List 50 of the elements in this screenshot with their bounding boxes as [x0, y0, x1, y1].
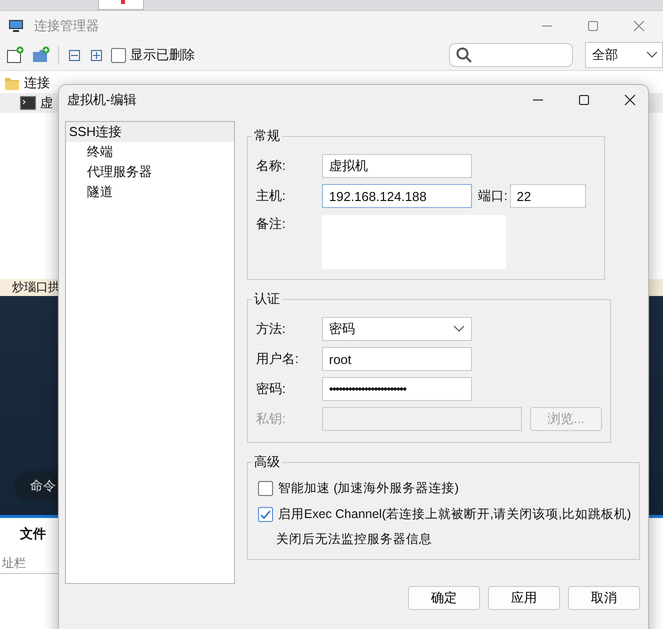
monitor-icon	[8, 18, 24, 32]
username-field[interactable]: root	[322, 347, 472, 371]
terminal-icon	[20, 96, 36, 110]
dialog-button[interactable]: 应用	[488, 586, 560, 610]
field-label: 主机:	[256, 187, 287, 205]
field-label: 备注:	[256, 215, 287, 233]
folder-icon	[4, 75, 20, 91]
group-title: 常规	[253, 127, 281, 145]
new-file-icon[interactable]	[6, 46, 24, 64]
chevron-down-icon	[453, 325, 465, 333]
field-label: 密码:	[256, 380, 287, 398]
checkbox[interactable]	[258, 506, 273, 522]
field-label: 私钥:	[256, 410, 287, 428]
dialog-button[interactable]: 取消	[568, 586, 640, 610]
port-field[interactable]: 22	[510, 184, 586, 208]
host-field[interactable]: 192.168.124.188	[322, 184, 472, 208]
close-icon[interactable]	[624, 94, 636, 106]
password-field[interactable]: ••••••••••••••••••••••••	[322, 377, 472, 401]
dialog-title: 虚拟机-编辑	[67, 91, 136, 109]
tree-item[interactable]: SSH连接	[66, 122, 234, 142]
dialog-button[interactable]: 确定	[408, 586, 480, 610]
search-field[interactable]	[449, 43, 573, 67]
checkbox-label: 启用Exec Channel(若连接上就被断开,请关闭该项,比如跳板机)	[278, 506, 632, 522]
field-label: 端口:	[478, 187, 508, 205]
name-field[interactable]: 虚拟机	[322, 154, 472, 178]
field-label: 名称:	[256, 157, 287, 175]
filter-dropdown[interactable]: 全部	[585, 42, 663, 68]
tree-item[interactable]: 虚	[40, 94, 53, 112]
tab[interactable]	[98, 0, 144, 10]
field-label: 用户名:	[256, 350, 300, 368]
new-folder-icon[interactable]	[32, 46, 50, 64]
field-label: 方法:	[256, 320, 287, 338]
maximize-icon[interactable]	[578, 94, 590, 106]
chevron-down-icon	[646, 51, 658, 59]
method-dropdown[interactable]: 密码	[322, 317, 472, 341]
tree-item[interactable]: 隧道	[66, 182, 234, 202]
checkbox-label: 智能加速 (加速海外服务器连接)	[278, 480, 459, 496]
search-icon	[456, 47, 472, 63]
tree-item[interactable]: 终端	[66, 142, 234, 162]
tree-item[interactable]: 连接	[24, 74, 50, 92]
collapse-icon[interactable]	[67, 48, 81, 62]
group-title: 认证	[253, 290, 281, 308]
tree-item[interactable]: 代理服务器	[66, 162, 234, 182]
hint-text: 关闭后无法监控服务器信息	[275, 531, 433, 548]
checkbox[interactable]	[258, 480, 273, 496]
window-title: 连接管理器	[34, 16, 99, 34]
expand-icon[interactable]	[89, 48, 103, 62]
group-title: 高级	[253, 453, 281, 471]
checkbox[interactable]	[111, 48, 126, 62]
checkbox-label: 显示已删除	[130, 46, 195, 64]
